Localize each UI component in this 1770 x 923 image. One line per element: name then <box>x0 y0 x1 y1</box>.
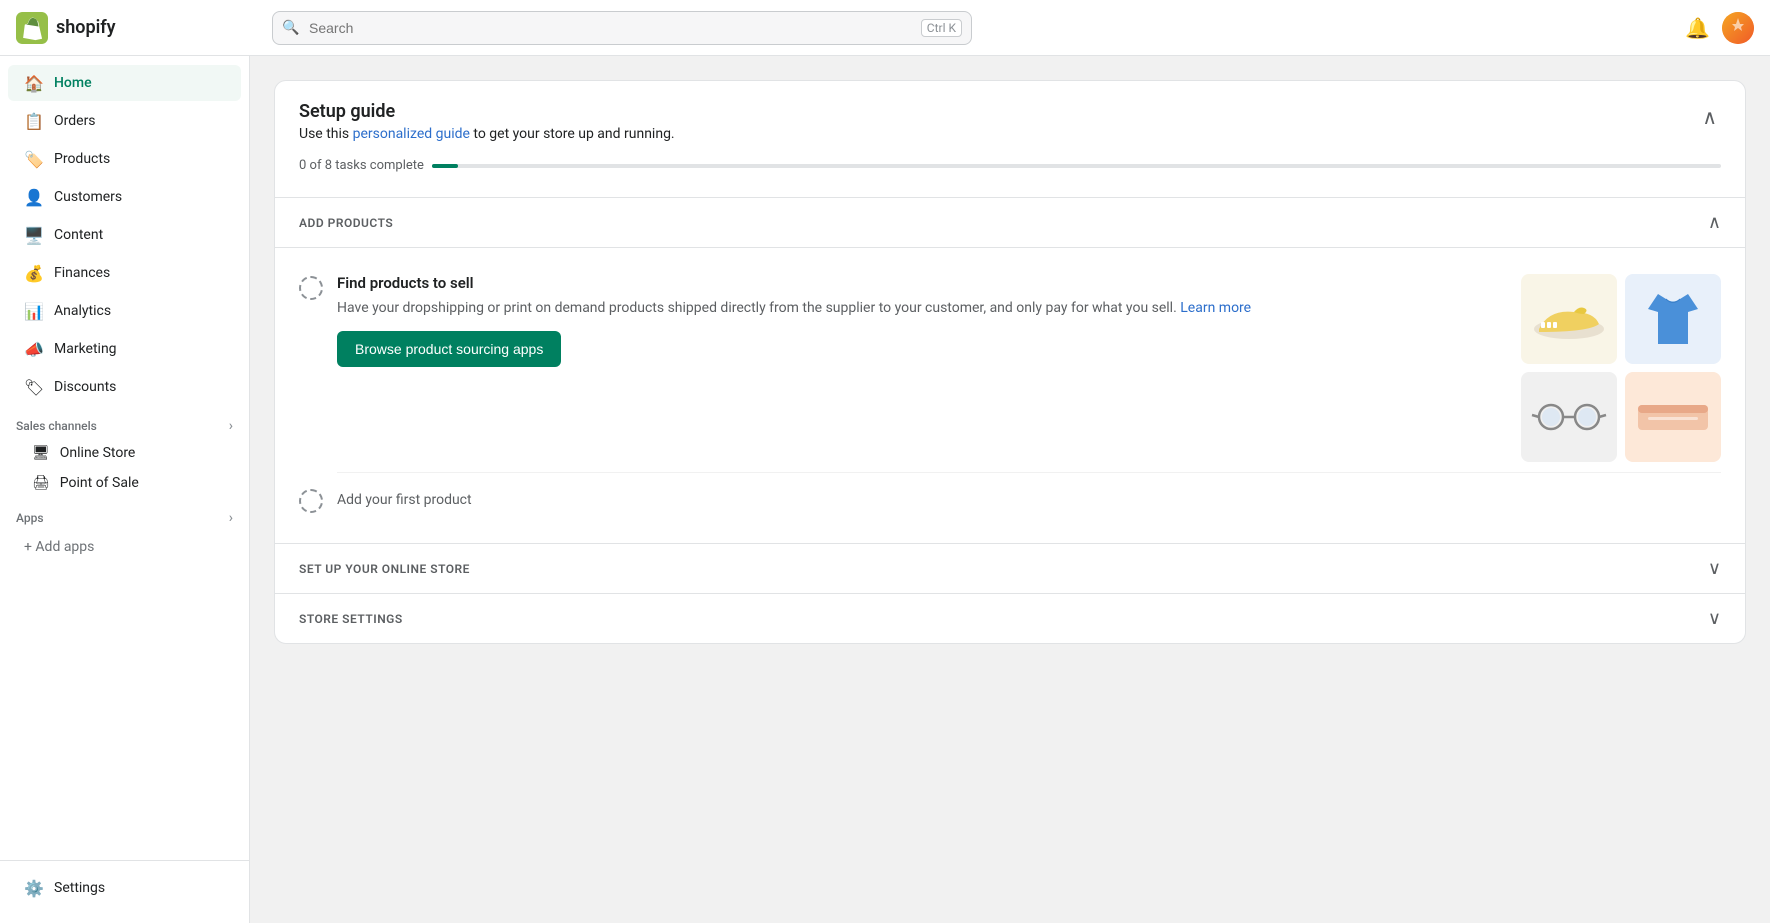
learn-more-link[interactable]: Learn more <box>1180 300 1251 316</box>
sidebar-item-online-store[interactable]: 🖥 Online Store <box>8 439 241 467</box>
shopify-logo-icon <box>16 12 48 44</box>
setup-guide-header-text: Setup guide Use this personalized guide … <box>299 101 675 142</box>
add-products-label: ADD PRODUCTS <box>299 216 393 230</box>
find-products-desc: Have your dropshipping or print on deman… <box>337 298 1507 319</box>
sidebar-item-home-label: Home <box>54 75 92 91</box>
store-settings-chevron: ∨ <box>1708 608 1721 629</box>
sidebar-item-discounts-label: Discounts <box>54 379 116 395</box>
sidebar-item-orders[interactable]: 📋 Orders <box>8 103 241 139</box>
add-products-chevron-up: ∧ <box>1708 212 1721 233</box>
settings-icon: ⚙️ <box>24 878 44 898</box>
sidebar-item-customers-label: Customers <box>54 189 122 205</box>
analytics-icon: 📊 <box>24 301 44 321</box>
browse-product-sourcing-apps-button[interactable]: Browse product sourcing apps <box>337 331 561 367</box>
sidebar-item-finances-label: Finances <box>54 265 110 281</box>
sidebar-item-marketing[interactable]: 📣 Marketing <box>8 331 241 367</box>
add-first-product-label: Add your first product <box>337 492 472 508</box>
sidebar-item-products[interactable]: 🏷️ Products <box>8 141 241 177</box>
find-products-task: Find products to sell Have your dropship… <box>299 264 1721 472</box>
sidebar-item-marketing-label: Marketing <box>54 341 117 357</box>
point-of-sale-icon: 🖨 <box>32 475 50 491</box>
orders-icon: 📋 <box>24 111 44 131</box>
set-up-online-store-label: SET UP YOUR ONLINE STORE <box>299 562 470 576</box>
topbar-right: 🔔 <box>1685 12 1754 44</box>
find-products-circle <box>299 276 323 300</box>
sidebar-item-point-of-sale-label: Point of Sale <box>60 475 139 491</box>
sidebar: 🏠 Home 📋 Orders 🏷️ Products 👤 Customers … <box>0 56 250 923</box>
finances-icon: 💰 <box>24 263 44 283</box>
sidebar-item-discounts[interactable]: 🏷 Discounts <box>8 369 241 405</box>
main-content: Setup guide Use this personalized guide … <box>250 56 1770 923</box>
apps-section-label: Apps <box>16 511 44 525</box>
set-up-online-store-section: SET UP YOUR ONLINE STORE ∨ <box>275 543 1745 593</box>
set-up-online-store-chevron: ∨ <box>1708 558 1721 579</box>
sales-channels-section: Sales channels › <box>0 406 249 438</box>
setup-guide-header: Setup guide Use this personalized guide … <box>275 81 1745 158</box>
online-store-icon: 🖥 <box>32 445 50 461</box>
add-products-section-header[interactable]: ADD PRODUCTS ∧ <box>275 198 1745 247</box>
topbar: shopify 🔍 Ctrl K 🔔 <box>0 0 1770 56</box>
preview-cosmetic <box>1625 372 1721 462</box>
products-icon: 🏷️ <box>24 149 44 169</box>
search-input[interactable] <box>272 11 972 45</box>
task-area: Find products to sell Have your dropship… <box>275 248 1745 543</box>
sidebar-item-customers[interactable]: 👤 Customers <box>8 179 241 215</box>
progress-text: 0 of 8 tasks complete <box>299 158 424 173</box>
sidebar-item-online-store-label: Online Store <box>60 445 136 461</box>
preview-glasses <box>1521 372 1617 462</box>
progress-label-row: 0 of 8 tasks complete <box>299 158 1721 173</box>
add-apps-label: + Add apps <box>24 539 94 555</box>
marketing-icon: 📣 <box>24 339 44 359</box>
progress-bar-background <box>432 164 1721 168</box>
discounts-icon: 🏷 <box>24 377 44 397</box>
find-products-title: Find products to sell <box>337 274 1507 292</box>
search-icon: 🔍 <box>282 20 299 36</box>
sidebar-item-analytics[interactable]: 📊 Analytics <box>8 293 241 329</box>
sidebar-item-content[interactable]: 🖥️ Content <box>8 217 241 253</box>
sidebar-item-settings-label: Settings <box>54 880 105 896</box>
find-products-content: Find products to sell Have your dropship… <box>337 274 1507 367</box>
setup-guide-subtitle: Use this personalized guide to get your … <box>299 126 675 142</box>
set-up-online-store-header[interactable]: SET UP YOUR ONLINE STORE ∨ <box>275 544 1745 593</box>
setup-guide-collapse-button[interactable]: ∧ <box>1698 101 1721 134</box>
bell-icon[interactable]: 🔔 <box>1685 16 1710 40</box>
content-icon: 🖥️ <box>24 225 44 245</box>
sales-channels-chevron: › <box>229 418 233 434</box>
logo-area: shopify <box>16 12 256 44</box>
preview-shirt <box>1625 274 1721 364</box>
avatar[interactable] <box>1722 12 1754 44</box>
sidebar-item-point-of-sale[interactable]: 🖨 Point of Sale <box>8 469 241 497</box>
app-layout: 🏠 Home 📋 Orders 🏷️ Products 👤 Customers … <box>0 56 1770 923</box>
sidebar-item-home[interactable]: 🏠 Home <box>8 65 241 101</box>
sidebar-item-products-label: Products <box>54 151 110 167</box>
setup-guide-card: Setup guide Use this personalized guide … <box>274 80 1746 644</box>
customers-icon: 👤 <box>24 187 44 207</box>
sidebar-item-settings[interactable]: ⚙️ Settings <box>8 870 241 906</box>
setup-guide-title: Setup guide <box>299 101 675 122</box>
sidebar-item-orders-label: Orders <box>54 113 96 129</box>
apps-section: Apps › <box>0 498 249 530</box>
store-settings-label: STORE SETTINGS <box>299 612 403 626</box>
task-divider <box>337 472 1721 473</box>
store-settings-section: STORE SETTINGS ∨ <box>275 593 1745 643</box>
add-apps-button[interactable]: + Add apps <box>8 531 241 563</box>
product-preview <box>1521 274 1721 462</box>
sales-channels-label: Sales channels <box>16 419 97 433</box>
settings-section: ⚙️ Settings <box>0 860 249 915</box>
home-icon: 🏠 <box>24 73 44 93</box>
preview-shoe <box>1521 274 1617 364</box>
add-first-product-task[interactable]: Add your first product <box>299 477 1721 523</box>
sidebar-item-analytics-label: Analytics <box>54 303 111 319</box>
store-settings-header[interactable]: STORE SETTINGS ∨ <box>275 594 1745 643</box>
logo-text: shopify <box>56 17 116 38</box>
search-bar: 🔍 Ctrl K <box>272 11 972 45</box>
apps-chevron: › <box>229 510 233 526</box>
sidebar-item-finances[interactable]: 💰 Finances <box>8 255 241 291</box>
add-first-product-circle <box>299 489 323 513</box>
search-shortcut: Ctrl K <box>921 19 962 37</box>
sidebar-item-content-label: Content <box>54 227 103 243</box>
progress-bar-fill <box>432 164 458 168</box>
progress-section: 0 of 8 tasks complete <box>275 158 1745 197</box>
